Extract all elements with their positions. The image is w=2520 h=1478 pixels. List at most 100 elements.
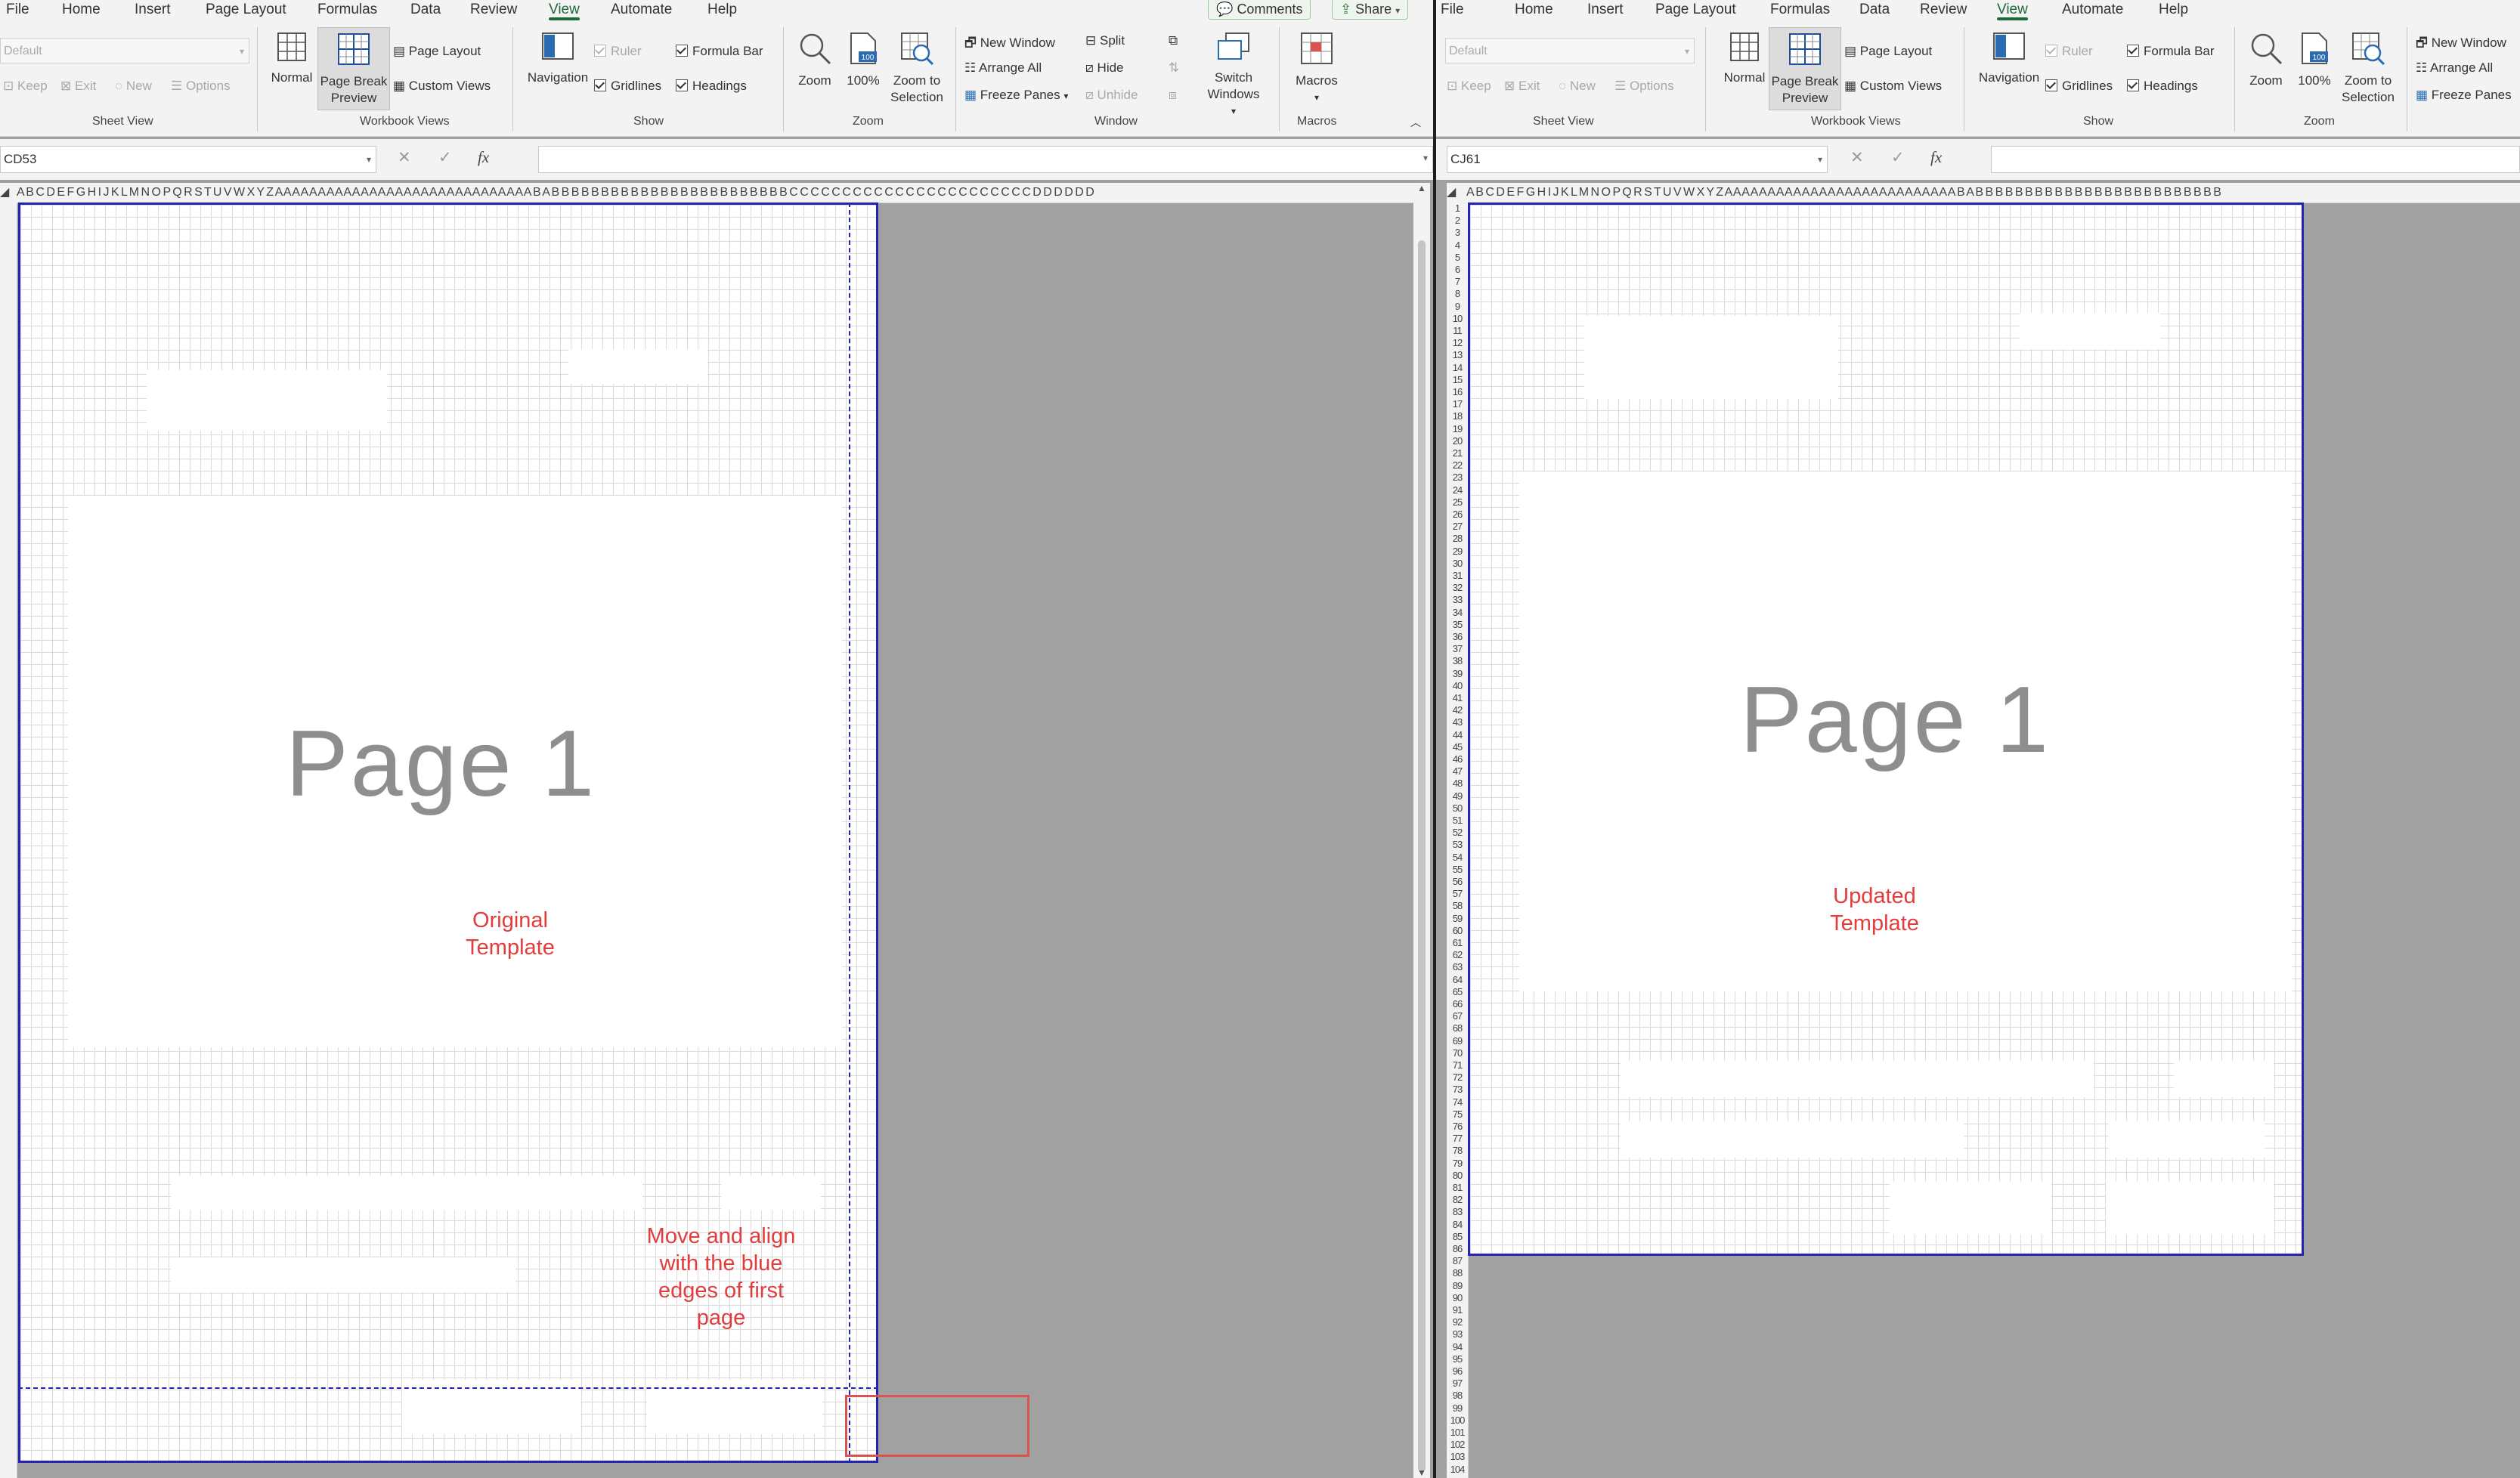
page-break-preview-button[interactable]: Page Break Preview (317, 27, 390, 110)
row-header[interactable]: 82 (1447, 1194, 1468, 1206)
row-header[interactable]: 35 (1447, 619, 1468, 631)
new-window-button[interactable]: 🗗 New Window (2416, 33, 2506, 55)
row-header[interactable]: 54 (1447, 852, 1468, 864)
tab-home[interactable]: Home (1515, 0, 1553, 20)
tab-formulas[interactable]: Formulas (1770, 0, 1830, 20)
tab-help[interactable]: Help (707, 0, 737, 20)
scroll-up-icon[interactable]: ▲ (1417, 183, 1426, 193)
collapse-ribbon-icon[interactable]: ︿ (1410, 115, 1421, 130)
row-header[interactable]: 92 (1447, 1316, 1468, 1328)
ruler-checkbox[interactable]: Ruler (2045, 44, 2093, 59)
row-header[interactable]: 38 (1447, 655, 1468, 667)
row-header[interactable]: 53 (1447, 839, 1468, 851)
ruler-checkbox[interactable]: Ruler (594, 44, 642, 59)
tab-automate[interactable]: Automate (2062, 0, 2123, 20)
row-header[interactable]: 16 (1447, 386, 1468, 398)
arrange-all-button[interactable]: ☷ Arrange All (2416, 60, 2493, 76)
row-header[interactable]: 98 (1447, 1390, 1468, 1402)
row-header[interactable]: 93 (1447, 1328, 1468, 1340)
row-header[interactable]: 88 (1447, 1267, 1468, 1279)
tab-home[interactable]: Home (62, 0, 101, 20)
zoom-button[interactable]: Zoom (2240, 32, 2292, 89)
tab-file[interactable]: File (1441, 0, 1464, 20)
share-button[interactable]: ⇪ Share ▾ (1332, 0, 1409, 20)
vertical-scrollbar[interactable]: ▲ ▼ (1413, 183, 1430, 1478)
freeze-panes-button[interactable]: ▦ Freeze Panes (2416, 88, 2512, 103)
row-header[interactable]: 87 (1447, 1255, 1468, 1267)
row-header[interactable]: 55 (1447, 864, 1468, 876)
row-header[interactable]: 65 (1447, 986, 1468, 998)
select-all-corner[interactable]: ◢ (1447, 183, 1466, 203)
row-header[interactable]: 3 (1447, 227, 1468, 239)
page-break-horizontal[interactable] (18, 1387, 878, 1389)
row-header[interactable]: 61 (1447, 937, 1468, 949)
row-header[interactable]: 80 (1447, 1170, 1468, 1182)
row-header[interactable]: 5 (1447, 252, 1468, 264)
sheet-view-style-select[interactable]: Default ▾ (0, 38, 249, 63)
row-header[interactable]: 9 (1447, 301, 1468, 313)
tab-page-layout[interactable]: Page Layout (206, 0, 286, 20)
row-header[interactable]: 28 (1447, 533, 1468, 545)
synchronous-scrolling-button[interactable]: ⇅ (1169, 60, 1179, 76)
row-header[interactable]: 29 (1447, 546, 1468, 558)
zoom-100-button[interactable]: 100 100% (841, 32, 886, 89)
row-header[interactable]: 31 (1447, 570, 1468, 582)
keep-button[interactable]: ⊡ Keep (3, 79, 48, 94)
row-header[interactable]: 36 (1447, 631, 1468, 643)
row-header[interactable]: 79 (1447, 1158, 1468, 1170)
row-header[interactable]: 75 (1447, 1108, 1468, 1121)
row-header[interactable]: 25 (1447, 496, 1468, 509)
zoom-to-selection-button[interactable]: Zoom to Selection (886, 32, 948, 106)
row-header[interactable]: 77 (1447, 1133, 1468, 1145)
new-sheet-view-button[interactable]: ◌ New (1559, 79, 1596, 94)
row-header[interactable]: 60 (1447, 925, 1468, 937)
confirm-entry-icon[interactable]: ✓ (1891, 148, 1905, 167)
tab-automate[interactable]: Automate (611, 0, 672, 20)
tab-file[interactable]: File (6, 0, 29, 20)
row-header[interactable]: 2 (1447, 215, 1468, 227)
row-header[interactable]: 1 (1447, 203, 1468, 215)
row-header[interactable]: 51 (1447, 815, 1468, 827)
row-header[interactable]: 37 (1447, 643, 1468, 655)
navigation-button[interactable]: Navigation (1973, 32, 2045, 86)
view-side-by-side-button[interactable]: ⧉ (1169, 33, 1178, 48)
new-sheet-view-button[interactable]: ◌ New (115, 79, 152, 94)
reset-window-position-button[interactable]: ⧈ (1169, 88, 1177, 103)
row-header[interactable]: 101 (1447, 1427, 1468, 1439)
zoom-100-button[interactable]: 100 100% (2292, 32, 2337, 89)
row-header[interactable]: 48 (1447, 778, 1468, 790)
row-header[interactable]: 30 (1447, 558, 1468, 570)
row-header[interactable]: 19 (1447, 423, 1468, 435)
row-header[interactable]: 6 (1447, 264, 1468, 276)
row-header[interactable]: 10 (1447, 313, 1468, 325)
row-header[interactable]: 23 (1447, 472, 1468, 484)
unhide-button[interactable]: ⧄ Unhide (1085, 88, 1138, 103)
select-all-corner[interactable]: ◢ (0, 183, 17, 203)
row-header[interactable]: 72 (1447, 1071, 1468, 1084)
tab-view[interactable]: View (1997, 0, 2028, 20)
row-header[interactable]: 62 (1447, 949, 1468, 961)
headings-checkbox[interactable]: Headings (2127, 79, 2198, 94)
row-header[interactable]: 81 (1447, 1182, 1468, 1194)
tab-formulas[interactable]: Formulas (317, 0, 377, 20)
row-header[interactable]: 17 (1447, 398, 1468, 410)
navigation-button[interactable]: Navigation (522, 32, 594, 86)
row-header[interactable]: 14 (1447, 362, 1468, 374)
row-header[interactable]: 32 (1447, 582, 1468, 594)
row-header[interactable]: 27 (1447, 521, 1468, 533)
gridlines-checkbox[interactable]: Gridlines (2045, 79, 2113, 94)
switch-windows-button[interactable]: Switch Windows ▾ (1199, 32, 1268, 119)
headings-checkbox[interactable]: Headings (676, 79, 747, 94)
tab-page-layout[interactable]: Page Layout (1655, 0, 1736, 20)
row-header[interactable]: 90 (1447, 1292, 1468, 1304)
gridlines-checkbox[interactable]: Gridlines (594, 79, 661, 94)
row-header[interactable]: 7 (1447, 276, 1468, 288)
sheet-view-style-select[interactable]: Default ▾ (1445, 38, 1695, 63)
row-header[interactable]: 58 (1447, 900, 1468, 912)
cancel-entry-icon[interactable]: ✕ (1850, 148, 1864, 167)
insert-function-icon[interactable]: fx (478, 148, 489, 167)
split-button[interactable]: ⊟ Split (1085, 33, 1125, 48)
row-header[interactable]: 59 (1447, 913, 1468, 925)
insert-function-icon[interactable]: fx (1930, 148, 1942, 167)
row-header[interactable]: 8 (1447, 288, 1468, 300)
